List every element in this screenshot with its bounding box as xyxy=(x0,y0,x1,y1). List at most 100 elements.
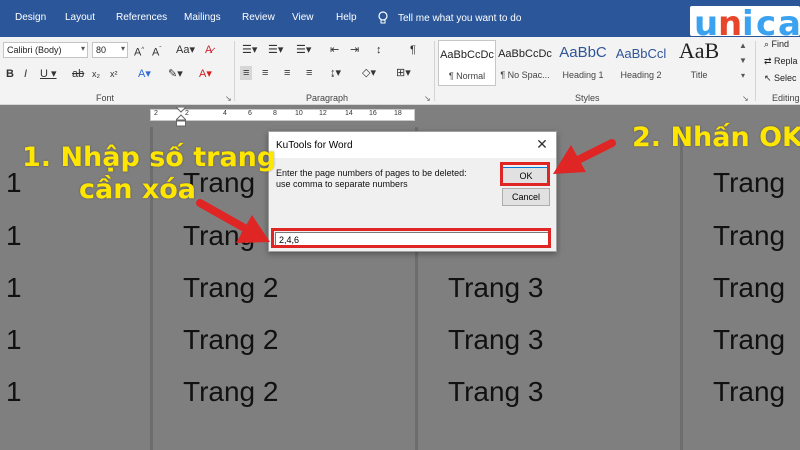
page-4[interactable]: Trang Trang Trang Trang Trang xyxy=(683,127,800,450)
shading-icon[interactable]: ◇▾ xyxy=(362,66,376,80)
style-name: Heading 2 xyxy=(620,70,662,80)
borders-icon[interactable]: ⊞▾ xyxy=(396,66,411,80)
font-name-box[interactable]: Calibri (Body) ▾ xyxy=(3,42,88,58)
page-line: 1 xyxy=(6,324,22,355)
page-line: Trang xyxy=(713,324,786,355)
underline-icon[interactable]: U ▾ xyxy=(40,67,57,81)
styles-dialog-launcher-icon[interactable]: ↘ xyxy=(742,94,749,103)
justify-icon[interactable]: ≡ xyxy=(306,66,312,80)
ruler-number: 18 xyxy=(394,110,402,117)
style-heading-2[interactable]: AaBbCcl Heading 2 xyxy=(612,40,670,86)
tab-layout[interactable]: Layout xyxy=(65,12,95,23)
page-line: Trang xyxy=(183,220,256,251)
select-label: Selec xyxy=(774,73,797,83)
scroll-up-icon[interactable]: ▲ xyxy=(736,41,750,56)
replace-button[interactable]: ⇄ Repla xyxy=(764,56,798,67)
align-left-icon[interactable]: ≡ xyxy=(240,66,253,80)
cancel-button[interactable]: Cancel xyxy=(502,188,550,206)
more-styles-icon[interactable]: ▾ xyxy=(736,71,750,86)
ruler-number: 10 xyxy=(295,110,303,117)
italic-icon[interactable]: I xyxy=(24,67,27,81)
show-marks-icon[interactable]: ¶ xyxy=(410,43,416,57)
page-line: Trang xyxy=(713,167,786,198)
multilevel-list-icon[interactable]: ☰▾ xyxy=(296,43,311,57)
page-line: Trang xyxy=(713,220,786,251)
tab-view[interactable]: View xyxy=(292,12,314,23)
page-line: 1 xyxy=(6,272,22,303)
decrease-indent-icon[interactable]: ⇤ xyxy=(330,43,339,57)
dialog-titlebar[interactable]: KuTools for Word ✕ xyxy=(269,132,556,158)
line-spacing-icon[interactable]: ↨▾ xyxy=(330,66,341,80)
ruler-number: 14 xyxy=(345,110,353,117)
horizontal-ruler[interactable]: 2 2 4 6 8 10 12 14 16 18 xyxy=(150,109,415,121)
page-line: Trang 3 xyxy=(448,272,544,303)
indent-marker-icon[interactable] xyxy=(176,107,186,127)
prompt-line-2: use comma to separate numbers xyxy=(276,179,408,189)
tab-design[interactable]: Design xyxy=(15,12,46,23)
chevron-down-icon: ▾ xyxy=(80,44,85,53)
style-name: ¶ No Spac... xyxy=(500,70,550,80)
page-line: Trang xyxy=(713,376,786,407)
text-effects-icon[interactable]: A▾ xyxy=(138,67,151,81)
tell-me-search[interactable]: Tell me what you want to do xyxy=(378,9,521,27)
unica-logo: u n i c a xyxy=(690,4,800,44)
step1-annotation-line2: cần xóa xyxy=(79,174,197,205)
page-line: 1 xyxy=(6,376,22,407)
prompt-line-1: Enter the page numbers of pages to be de… xyxy=(276,168,467,178)
ruler-number: 8 xyxy=(273,110,277,117)
step1-annotation-line1: 1. Nhập số trang xyxy=(22,142,277,173)
page-line: Trang 2 xyxy=(183,376,279,407)
tab-references[interactable]: References xyxy=(116,12,167,23)
change-case-icon[interactable]: Aa▾ xyxy=(176,43,195,57)
find-label: Find xyxy=(771,39,790,49)
style-preview: AaBbCcDc xyxy=(498,48,552,60)
sort-icon[interactable]: ↕ xyxy=(376,43,382,57)
align-center-icon[interactable]: ≡ xyxy=(262,66,268,80)
style-title[interactable]: AaB Title xyxy=(670,38,728,86)
tab-help[interactable]: Help xyxy=(336,12,357,23)
replace-label: Repla xyxy=(774,56,798,66)
page-line: Trang 2 xyxy=(183,324,279,355)
bold-icon[interactable]: B xyxy=(6,67,14,81)
subscript-icon[interactable]: x₂ xyxy=(92,67,100,81)
highlight-icon[interactable]: ✎▾ xyxy=(168,67,183,81)
chevron-down-icon: ▾ xyxy=(120,44,125,53)
step2-annotation: 2. Nhấn OK xyxy=(632,122,800,153)
find-button[interactable]: ⌕ Find xyxy=(764,39,789,50)
increase-indent-icon[interactable]: ⇥ xyxy=(350,43,359,57)
font-dialog-launcher-icon[interactable]: ↘ xyxy=(225,94,232,103)
scroll-down-icon[interactable]: ▼ xyxy=(736,56,750,71)
font-size-value: 80 xyxy=(96,45,107,55)
close-icon[interactable]: ✕ xyxy=(534,136,550,152)
paragraph-dialog-launcher-icon[interactable]: ↘ xyxy=(424,94,431,103)
grow-font-icon[interactable]: A^ xyxy=(134,43,144,60)
tab-mailings[interactable]: Mailings xyxy=(184,12,221,23)
font-size-box[interactable]: 80 ▾ xyxy=(92,42,128,58)
clear-formatting-icon[interactable]: A̷ xyxy=(205,43,212,57)
ruler-number: 2 xyxy=(154,110,158,117)
styles-scroll[interactable]: ▲ ▼ ▾ xyxy=(736,41,750,87)
style-normal[interactable]: AaBbCcDc ¶ Normal xyxy=(438,40,496,86)
align-right-icon[interactable]: ≡ xyxy=(284,66,290,80)
numbering-icon[interactable]: ☰▾ xyxy=(268,43,283,57)
group-divider xyxy=(434,41,435,101)
style-name: Heading 1 xyxy=(562,70,604,80)
page-line: Trang 2 xyxy=(183,272,279,303)
style-heading-1[interactable]: AaBbC Heading 1 xyxy=(554,40,612,86)
style-name: Title xyxy=(690,70,708,80)
font-color-icon[interactable]: A▾ xyxy=(199,67,212,81)
tab-review[interactable]: Review xyxy=(242,12,275,23)
select-button[interactable]: ↖ Selec xyxy=(764,73,797,84)
shrink-font-icon[interactable]: Aˇ xyxy=(152,43,161,60)
bullets-icon[interactable]: ☰▾ xyxy=(242,43,257,57)
font-group-label: Font xyxy=(96,93,115,103)
style-no-spacing[interactable]: AaBbCcDc ¶ No Spac... xyxy=(496,40,554,86)
page-line: Trang xyxy=(713,272,786,303)
tell-me-text: Tell me what you want to do xyxy=(398,12,522,24)
strikethrough-icon[interactable]: ab xyxy=(72,67,84,81)
superscript-icon[interactable]: x² xyxy=(110,67,118,81)
input-highlight-box xyxy=(271,228,551,248)
editing-group-label: Editing xyxy=(772,93,800,103)
page-line: 1 xyxy=(6,167,22,198)
lightbulb-icon xyxy=(378,11,388,24)
